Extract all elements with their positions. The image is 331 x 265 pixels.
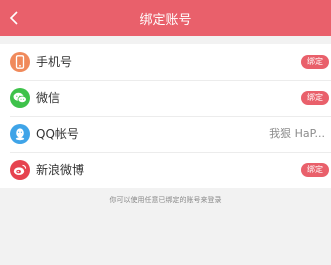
weibo-icon bbox=[10, 160, 30, 180]
phone-icon bbox=[10, 52, 30, 72]
chevron-left-icon bbox=[9, 11, 18, 25]
account-row-phone[interactable]: 手机号 绑定 bbox=[0, 44, 331, 80]
account-label: 微信 bbox=[36, 91, 61, 105]
account-list: 手机号 绑定 微信 绑定 QQ帐号 我狠 HaP... 新浪微博 绑定 bbox=[0, 44, 331, 188]
account-row-wechat[interactable]: 微信 绑定 bbox=[0, 80, 331, 116]
bound-account-name: 我狠 HaP... bbox=[269, 127, 325, 140]
wechat-icon bbox=[10, 88, 30, 108]
account-label: 新浪微博 bbox=[36, 163, 85, 177]
page-title: 绑定账号 bbox=[139, 12, 192, 28]
qq-icon bbox=[10, 124, 30, 144]
account-row-qq[interactable]: QQ帐号 我狠 HaP... bbox=[0, 116, 331, 152]
app-header: 绑定账号 bbox=[0, 0, 331, 36]
bind-button[interactable]: 绑定 bbox=[301, 91, 329, 105]
bind-button[interactable]: 绑定 bbox=[301, 163, 329, 177]
account-label: 手机号 bbox=[36, 55, 73, 69]
account-label: QQ帐号 bbox=[36, 127, 79, 141]
back-button[interactable] bbox=[2, 4, 26, 32]
bind-button[interactable]: 绑定 bbox=[301, 55, 329, 69]
account-row-weibo[interactable]: 新浪微博 绑定 bbox=[0, 152, 331, 188]
login-hint: 你可以使用任意已绑定的账号来登录 bbox=[109, 196, 222, 204]
